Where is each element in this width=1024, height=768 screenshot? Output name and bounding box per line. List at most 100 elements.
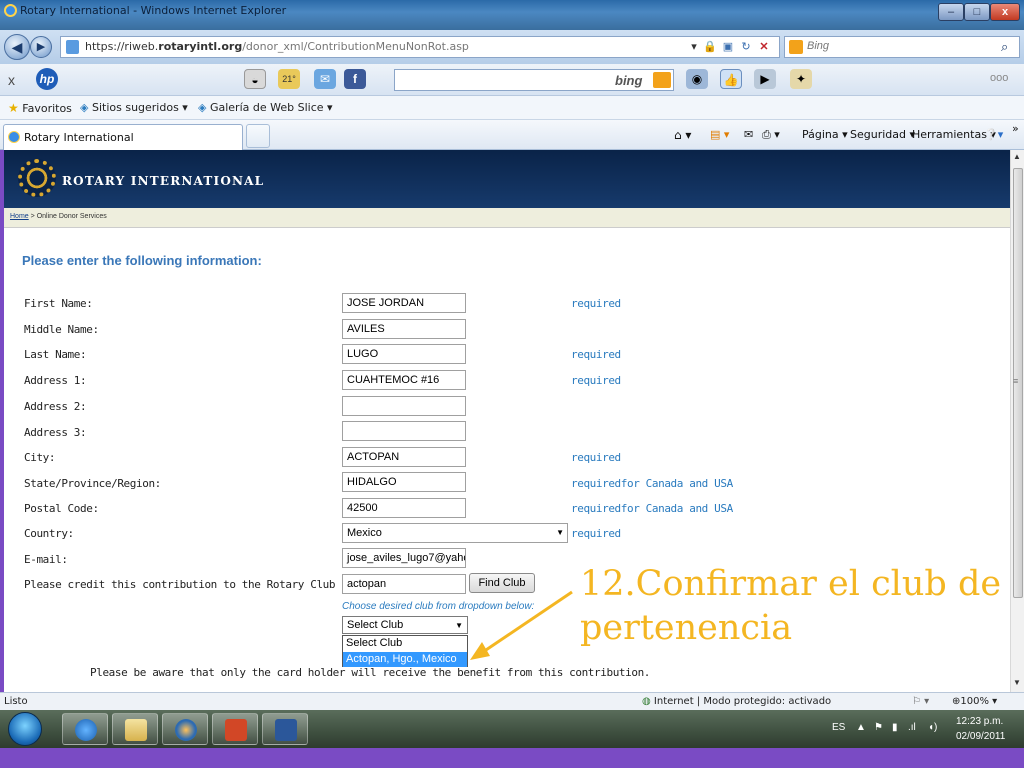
like-icon[interactable]: 👍 (720, 69, 742, 89)
forward-button[interactable]: ▶ (30, 36, 52, 58)
first-name-input[interactable]: JOSE JORDAN (342, 293, 466, 313)
city-input[interactable]: ACTOPAN (342, 447, 466, 467)
close-toolbar-icon[interactable]: x (8, 72, 15, 88)
favorites-button[interactable]: ★ Favoritos (8, 101, 72, 115)
sports-icon[interactable]: ✦ (790, 69, 812, 89)
last-name-input[interactable]: LUGO (342, 344, 466, 364)
zoom-level[interactable]: ⊕100% ▾ (952, 696, 997, 707)
more-dots[interactable]: ooo (990, 72, 1008, 84)
toolbar-search-input[interactable]: bing (394, 69, 674, 91)
country-select[interactable]: Mexico ▼ (342, 523, 568, 543)
video-icon[interactable]: ▶ (754, 69, 776, 89)
email-input[interactable]: jose_aviles_lugo7@yahoo (342, 548, 466, 568)
ie-page-icon: ◈ (198, 101, 207, 114)
breadcrumb: Home > Online Donor Services (4, 208, 1010, 228)
tab-rotary-international[interactable]: Rotary International (3, 124, 243, 150)
system-tray: ES ▲ ⚑ ▮ .ıl ◖) (0, 710, 1024, 748)
show-hidden-icons[interactable]: ▲ (856, 722, 866, 733)
club-select[interactable]: Select Club ▼ (342, 616, 468, 634)
state-input[interactable]: HIDALGO (342, 472, 466, 492)
web-slice-link[interactable]: ◈ Galería de Web Slice ▾ (198, 101, 333, 114)
window-titlebar: Rotary International - Windows Internet … (0, 0, 1024, 30)
scroll-up-icon[interactable]: ▲ (1013, 152, 1021, 161)
address1-input[interactable]: CUAHTEMOC #16 (342, 370, 466, 390)
last-name-required: required (571, 348, 621, 361)
suggested-sites-link[interactable]: ◈ Sitios sugeridos ▾ (80, 101, 188, 114)
bing-icon (789, 40, 803, 54)
club-search-input[interactable]: actopan (342, 574, 466, 594)
ie-tab-icon (8, 131, 20, 143)
postal-code-input[interactable]: 42500 (342, 498, 466, 518)
clock-date[interactable]: 02/09/2011 (956, 731, 1005, 742)
breadcrumb-home-link[interactable]: Home (10, 213, 29, 220)
middle-name-input[interactable]: AVILES (342, 319, 466, 339)
security-menu[interactable]: Seguridad ▾ (850, 128, 915, 141)
network-flag-icon[interactable]: ⚑ (874, 722, 883, 733)
volume-icon[interactable]: ◖) (928, 722, 937, 733)
club-dropdown-list: Select Club Actopan, Hgo., Mexico (342, 635, 468, 667)
arrow-head (470, 642, 490, 660)
lock-icon[interactable]: 🔒 (703, 40, 717, 55)
instruction-annotation: 12.Confirmar el club de pertenencia (580, 564, 1002, 648)
dropdown-arrow-icon[interactable]: ▾ (687, 40, 701, 55)
middle-name-label: Middle Name: (24, 323, 99, 336)
club-option-actopan[interactable]: Actopan, Hgo., Mexico (343, 652, 467, 667)
country-required: required (571, 527, 621, 540)
bing-logo: bing (615, 73, 643, 88)
country-label: Country: (24, 527, 74, 540)
read-mail-icon[interactable]: ✉ (744, 128, 753, 141)
more-commands-chevron[interactable]: » (1012, 122, 1019, 135)
signal-icon[interactable]: .ıl (908, 722, 916, 733)
game-icon[interactable]: ◒ (244, 69, 266, 89)
minimize-button[interactable]: – (938, 3, 964, 21)
scroll-down-icon[interactable]: ▼ (1013, 678, 1021, 687)
weather-icon[interactable]: 21° (278, 69, 300, 89)
protected-mode-icon[interactable]: ⚐ ▾ (912, 696, 929, 707)
first-name-required: required (571, 297, 621, 310)
refresh-icon[interactable]: ↻ (739, 40, 753, 55)
home-icon[interactable]: ⌂ ▾ (674, 128, 691, 142)
page-menu[interactable]: Página ▾ (802, 128, 848, 141)
address3-input[interactable] (342, 421, 466, 441)
chevron-down-icon: ▼ (556, 528, 564, 537)
stop-icon[interactable]: ✕ (757, 40, 771, 55)
power-icon[interactable]: ▮ (892, 722, 898, 733)
feeds-icon[interactable]: ▤ ▾ (710, 128, 729, 141)
search-icon[interactable]: ⌕ (1001, 39, 1008, 55)
ie-page-icon: ◈ (80, 101, 89, 114)
url-prefix: https://riweb. (85, 40, 159, 53)
mail-icon[interactable]: ✉ (314, 69, 336, 89)
email-label: E-mail: (24, 553, 68, 566)
help-icon[interactable]: ❔▾ (984, 128, 1003, 141)
site-header: ROTARY INTERNATIONAL (4, 150, 1010, 208)
search-placeholder: Bing (807, 40, 830, 52)
org-name: ROTARY INTERNATIONAL (62, 174, 265, 188)
new-tab-button[interactable] (246, 124, 270, 148)
club-option-select-club[interactable]: Select Club (343, 636, 467, 651)
first-name-label: First Name: (24, 297, 93, 310)
security-zone[interactable]: ◍ Internet | Modo protegido: activado (642, 696, 831, 707)
back-button[interactable]: ◀ (4, 34, 30, 60)
ie-logo-icon (4, 4, 17, 17)
close-window-button[interactable]: x (990, 3, 1020, 21)
state-label: State/Province/Region: (24, 477, 161, 490)
print-icon[interactable]: ⎙ ▾ (762, 128, 780, 142)
search-box[interactable]: Bing ⌕ (784, 36, 1020, 58)
language-indicator[interactable]: ES (832, 722, 845, 733)
address-url[interactable]: https://riweb.rotaryintl.org/donor_xml/C… (85, 40, 469, 53)
toolbar-search-icon[interactable] (653, 72, 671, 88)
camera-icon[interactable]: ◉ (686, 69, 708, 89)
url-path: /donor_xml/ContributionMenuNonRot.asp (242, 40, 469, 53)
state-required: requiredfor Canada and USA (571, 477, 733, 490)
clock-time[interactable]: 12:23 p.m. (956, 716, 1003, 727)
address2-input[interactable] (342, 396, 466, 416)
facebook-icon[interactable]: f (344, 69, 366, 89)
club-credit-label: Please credit this contribution to the R… (24, 578, 361, 591)
city-required: required (571, 451, 621, 464)
hp-logo-icon[interactable]: hp (36, 68, 58, 90)
breadcrumb-text: Home > Online Donor Services (10, 213, 107, 220)
compat-view-icon[interactable]: ▣ (721, 40, 735, 55)
arrow-shaft (479, 590, 573, 656)
address-bar[interactable]: https://riweb.rotaryintl.org/donor_xml/C… (60, 36, 780, 58)
maximize-button[interactable]: □ (964, 3, 990, 21)
